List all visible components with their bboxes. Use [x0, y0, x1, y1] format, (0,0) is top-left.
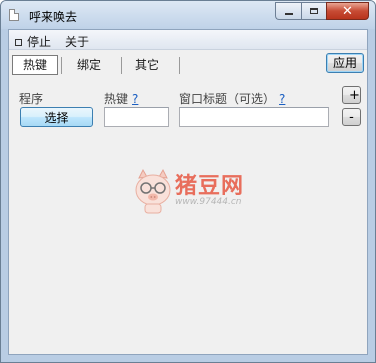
tab-separator — [61, 57, 62, 74]
window-title: 呼来唤去 — [29, 10, 78, 24]
tab-separator — [179, 57, 180, 74]
tab-bind[interactable]: 绑定 — [64, 55, 114, 75]
tab-other[interactable]: 其它 — [122, 55, 172, 75]
hotkey-help-link[interactable]: ? — [132, 92, 138, 106]
menu-item-stop[interactable]: 停止 — [15, 33, 51, 50]
window-title-input[interactable] — [179, 107, 329, 127]
minimize-button[interactable] — [275, 2, 301, 20]
menu-about-label: 关于 — [65, 35, 90, 49]
app-window: 呼来唤去 ✕ 停止 关于 热键 绑定 其它 应用 程序 热键 ? 窗口标题（可选… — [0, 0, 376, 363]
stop-icon — [15, 38, 22, 46]
hotkey-label-text: 热键 — [104, 92, 129, 106]
window-title-help-link[interactable]: ? — [279, 92, 285, 106]
select-program-button[interactable]: 选择 — [20, 107, 93, 127]
caption-buttons: ✕ — [275, 2, 369, 20]
watermark-brand: 猪豆网 — [175, 174, 245, 199]
menu-stop-label: 停止 — [27, 35, 52, 49]
menu-bar: 停止 关于 — [9, 30, 367, 50]
menu-item-about[interactable]: 关于 — [65, 33, 89, 50]
remove-row-button[interactable]: - — [342, 108, 361, 126]
client-area: 停止 关于 热键 绑定 其它 应用 程序 热键? 窗口标题（可选）? + - 选… — [8, 29, 368, 355]
pig-mascot-icon — [135, 168, 171, 214]
window-title-label-text: 窗口标题（可选） — [179, 92, 276, 106]
hotkey-label: 热键? — [104, 90, 138, 107]
watermark: 猪豆网 www.97444.cn — [133, 164, 253, 220]
close-button[interactable]: ✕ — [326, 2, 369, 20]
tab-hotkey[interactable]: 热键 — [12, 55, 58, 75]
hotkey-input[interactable] — [104, 107, 169, 127]
watermark-url: www.97444.cn — [175, 197, 242, 207]
add-row-button[interactable]: + — [342, 86, 361, 104]
maximize-button[interactable] — [301, 2, 326, 20]
close-icon: ✕ — [342, 3, 353, 19]
program-label: 程序 — [19, 92, 44, 106]
title-bar[interactable]: 呼来唤去 ✕ — [1, 1, 375, 29]
document-icon — [9, 9, 19, 21]
minimize-icon — [284, 13, 293, 15]
maximize-icon — [310, 8, 318, 14]
apply-button[interactable]: 应用 — [326, 53, 364, 73]
window-title-label: 窗口标题（可选）? — [179, 90, 285, 107]
